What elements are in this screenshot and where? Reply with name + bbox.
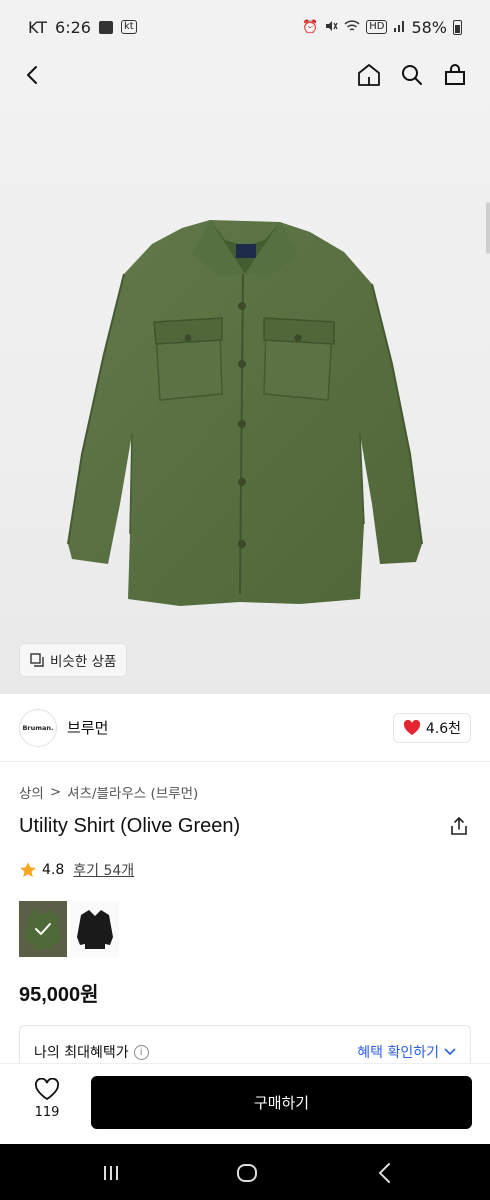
benefit-row: 나의 최대혜택가 i 혜택 확인하기 [34, 1042, 456, 1062]
home-button[interactable] [354, 60, 384, 90]
carrier-label: KT [28, 17, 48, 37]
wishlist-button[interactable]: 119 [24, 1078, 70, 1120]
back-icon [27, 66, 37, 84]
recent-apps-icon [104, 1166, 118, 1180]
home-circle-icon [237, 1164, 257, 1182]
product-image-area[interactable]: 비슷한 상품 [0, 54, 490, 694]
search-button[interactable] [397, 60, 427, 90]
buy-button[interactable]: 구매하기 [91, 1076, 472, 1129]
title-row: Utility Shirt (Olive Green) [19, 814, 471, 838]
cart-button[interactable] [440, 60, 470, 90]
copy-icon [30, 653, 44, 667]
image-scrollbar[interactable] [486, 202, 490, 254]
battery-percent: 58% [411, 17, 447, 37]
hd-icon: HD [366, 20, 388, 34]
back-chevron-icon [378, 1163, 390, 1183]
status-left: KT 6:26 kt [28, 18, 137, 37]
brand-like-button[interactable]: 4.6천 [392, 712, 471, 743]
mute-icon [324, 19, 338, 36]
swatch-shirt-black [77, 910, 113, 949]
status-bar: KT 6:26 kt ⏰ HD 58% [0, 0, 490, 54]
similar-products-button[interactable]: 비슷한 상품 [20, 644, 127, 676]
breadcrumb-separator: > [49, 784, 62, 800]
brand-like-count: 4.6천 [425, 720, 461, 737]
benefit-link-label: 혜택 확인하기 [357, 1045, 439, 1061]
back-nav-button[interactable] [372, 1160, 398, 1186]
brand-logo[interactable]: Bruman. [19, 708, 57, 747]
alarm-icon: ⏰ [302, 19, 319, 35]
breadcrumb-category[interactable]: 상의 [19, 782, 44, 802]
status-right: ⏰ HD 58% [302, 18, 462, 37]
chevron-down-icon [444, 1048, 456, 1056]
breadcrumb: 상의 > 셔츠/블라우스 (브루먼) [19, 782, 198, 802]
swatch-black[interactable] [71, 901, 119, 957]
kt-icon: kt [120, 20, 137, 34]
breadcrumb-subcategory[interactable]: 셔츠/블라우스 (브루먼) [67, 782, 198, 802]
gallery-icon [98, 20, 113, 34]
star-icon [20, 862, 36, 877]
info-icon[interactable]: i [133, 1044, 149, 1060]
signal-icon [393, 19, 405, 36]
home-nav-button[interactable] [234, 1160, 260, 1186]
product-image-shirt [67, 220, 423, 606]
wishlist-count: 119 [34, 1105, 60, 1120]
wifi-icon [344, 19, 360, 36]
top-nav-bar [0, 54, 490, 98]
shopping-bag-icon [445, 64, 465, 85]
benefit-check-link[interactable]: 혜택 확인하기 [357, 1042, 456, 1062]
swatch-olive-green[interactable] [19, 901, 67, 957]
share-button[interactable] [447, 814, 471, 838]
rating-row: 4.8 후기 54개 [19, 860, 134, 880]
product-price: 95,000원 [19, 984, 99, 1006]
color-swatches [19, 901, 119, 957]
back-button[interactable] [18, 60, 48, 90]
brand-row[interactable]: Bruman. 브루먼 4.6천 [0, 694, 490, 762]
product-title: Utility Shirt (Olive Green) [19, 814, 241, 837]
heart-filled-icon [403, 719, 420, 735]
recent-apps-button[interactable] [98, 1160, 124, 1186]
similar-products-label: 비슷한 상품 [50, 654, 117, 670]
heart-outline-icon [35, 1078, 59, 1101]
home-icon [358, 64, 380, 86]
battery-icon [453, 19, 462, 35]
benefit-label: 나의 최대혜택가 [34, 1045, 129, 1061]
share-icon [451, 817, 467, 835]
bottom-action-bar: 119 구매하기 [0, 1064, 490, 1144]
brand-name[interactable]: 브루먼 [67, 717, 108, 738]
review-link[interactable]: 후기 54개 [73, 860, 134, 880]
rating-value: 4.8 [42, 862, 65, 878]
search-icon [402, 65, 422, 85]
clock: 6:26 [55, 17, 91, 37]
check-icon [35, 923, 51, 935]
android-nav-bar [0, 1144, 490, 1200]
